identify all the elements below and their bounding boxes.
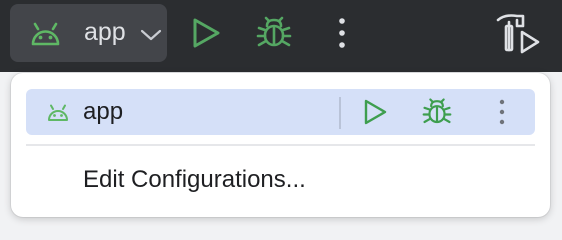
run-configuration-selector[interactable]: app xyxy=(10,4,167,62)
more-vertical-icon[interactable] xyxy=(334,16,350,50)
chevron-down-icon xyxy=(140,29,162,41)
run-icon[interactable] xyxy=(191,17,221,49)
debug-icon[interactable] xyxy=(422,97,452,127)
run-configuration-label: app xyxy=(84,18,126,46)
debug-icon[interactable] xyxy=(256,16,292,50)
edit-configurations-item[interactable]: Edit Configurations... xyxy=(83,165,306,195)
main-toolbar: app xyxy=(0,0,562,72)
more-vertical-icon[interactable] xyxy=(496,98,508,126)
run-configuration-item-label: app xyxy=(83,98,124,125)
run-configurations-popup: app Edit Configurations... xyxy=(11,73,550,217)
build-icon[interactable] xyxy=(495,12,541,54)
run-configuration-item[interactable]: app xyxy=(26,89,535,135)
row-separator xyxy=(339,97,341,129)
popup-divider xyxy=(26,144,535,146)
android-icon xyxy=(48,104,68,121)
android-icon xyxy=(31,22,60,46)
run-icon[interactable] xyxy=(362,98,388,126)
